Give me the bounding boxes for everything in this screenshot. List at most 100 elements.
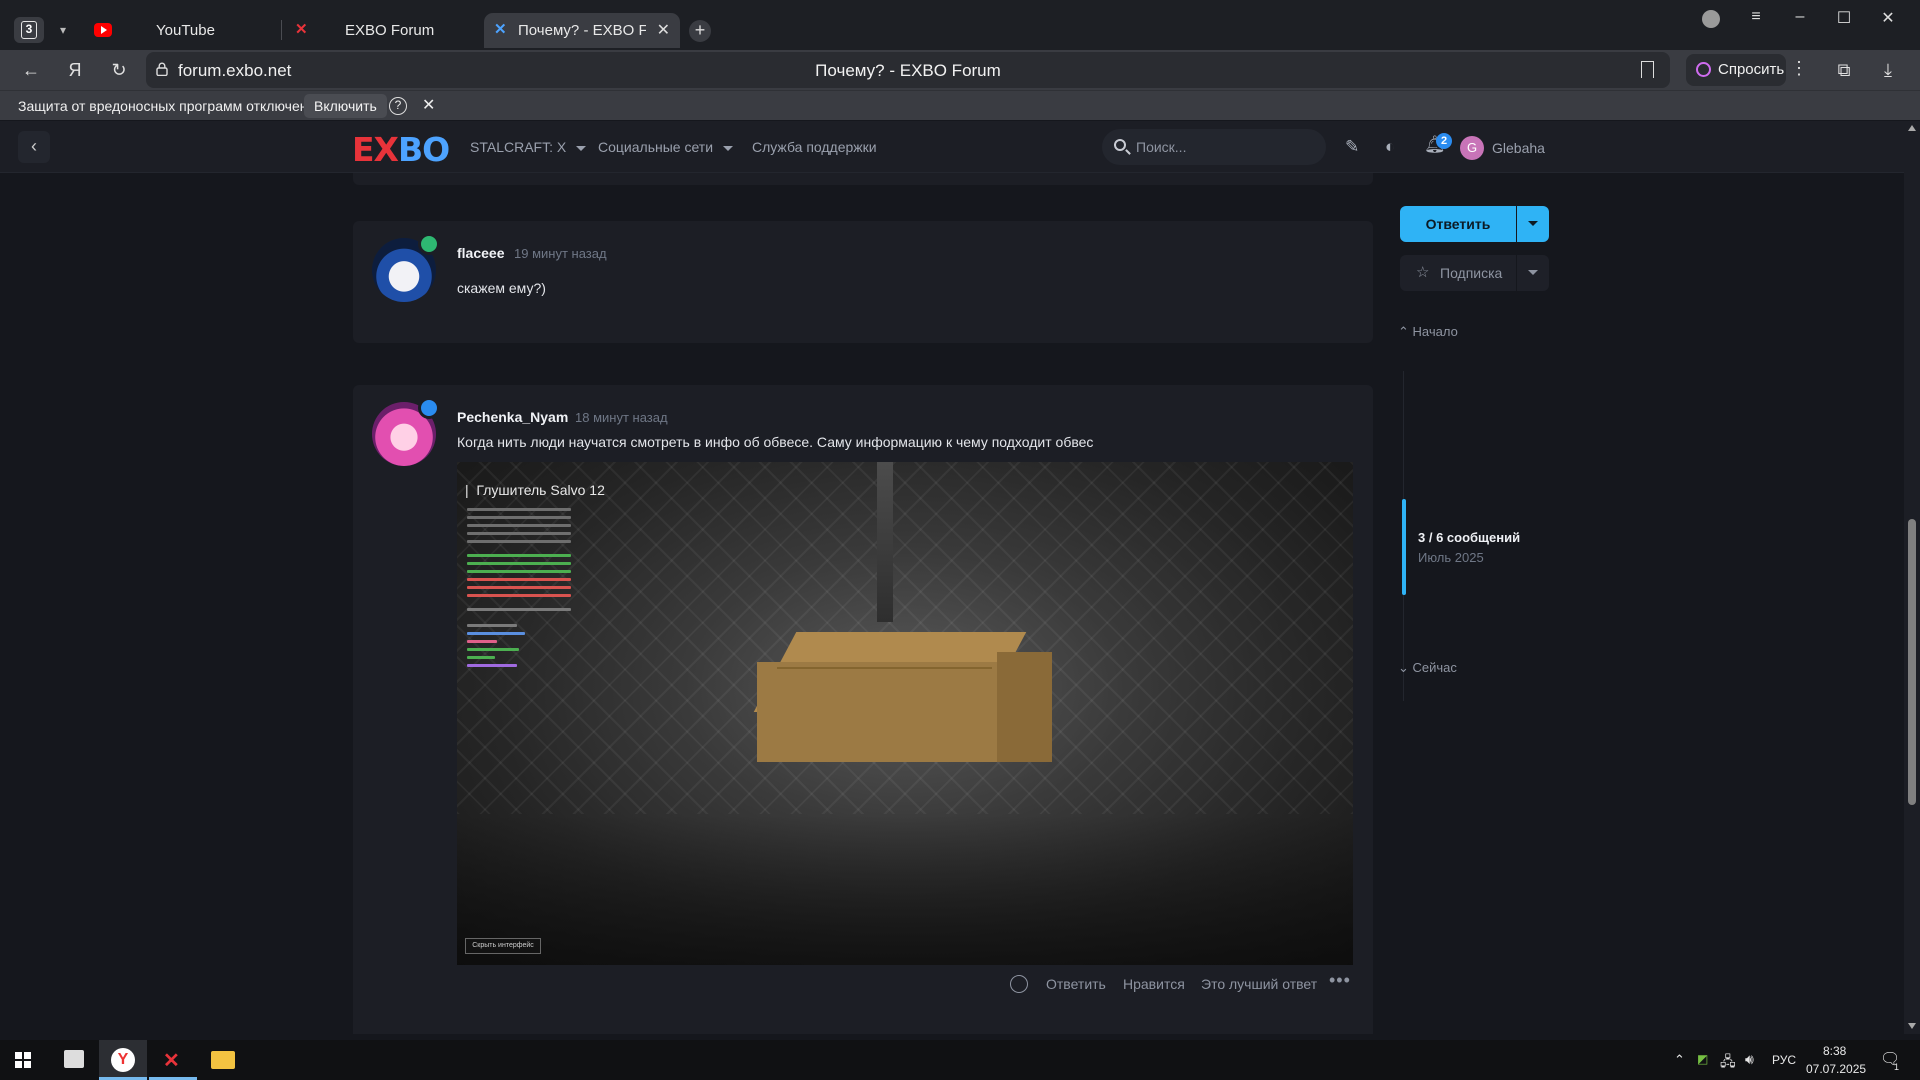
yandex-browser-taskbar-icon[interactable]: Y [99,1040,147,1080]
scrubber-now-label: Сейчас [1412,660,1457,675]
start-button[interactable] [0,1040,48,1080]
back-icon[interactable]: ← [16,56,46,84]
notification-badge: 2 [1436,133,1452,149]
exbo-taskbar-icon[interactable]: ✕ [149,1040,197,1080]
volume-icon[interactable]: 🔊︎ [1745,1051,1754,1068]
windows-icon [15,1052,31,1068]
scrubber-start[interactable]: ⌃ Начало [1398,324,1458,340]
tab-exbo-forum[interactable]: ✕ EXBO Forum [295,13,475,48]
page-title: Почему? - EXBO Forum [815,61,1001,80]
back-chevron-icon[interactable]: ‹ [18,131,50,163]
windows-taskbar: Y ✕ ⌃ ◩ 🖧︎ 🔊︎ РУС 8:38 07.07.2025 🗨︎ 1 [0,1040,1920,1080]
youtube-icon [94,23,112,37]
search-input[interactable] [1136,129,1316,165]
hud-row [467,578,571,581]
tab-counter-button[interactable]: 3 [14,17,44,43]
explorer-taskbar-icon[interactable] [199,1040,247,1080]
tab-label: EXBO Forum [345,22,435,39]
reload-icon[interactable]: ↻ [104,56,134,84]
menu-icon[interactable]: ≡ [1741,8,1771,26]
address-bar[interactable]: forum.exbo.net Почему? - EXBO Forum [146,52,1670,88]
network-icon[interactable]: 🖧︎ [1720,1051,1736,1075]
yandex-icon[interactable]: Я [60,56,90,84]
username[interactable]: Glebaha [1492,140,1545,156]
bookmark-icon[interactable] [1641,61,1654,78]
tray-chevron-icon[interactable]: ⌃ [1674,1052,1685,1068]
avatar[interactable]: G [1460,136,1484,160]
tabs-dropdown-icon[interactable]: ▾ [50,17,76,43]
language-indicator[interactable]: РУС [1772,1053,1796,1067]
like-action[interactable]: Нравится [1123,976,1185,992]
post-author[interactable]: Pechenka_Nyam [457,409,568,425]
post-pechenka: Pechenka_Nyam 18 минут назад Когда нить … [353,385,1373,1034]
theme-toggle-icon[interactable]: ◐ [1385,137,1395,157]
close-tab-icon[interactable]: ✕ [657,13,670,48]
download-icon[interactable]: ⤓ [1873,56,1903,84]
subscribe-button[interactable]: ☆ Подписка [1400,255,1516,291]
tab-youtube[interactable]: YouTube [94,13,274,48]
best-answer-action[interactable]: Это лучший ответ [1201,976,1317,992]
nav-support[interactable]: Служба поддержки [752,139,877,155]
enable-protection-button[interactable]: Включить [304,94,387,118]
forum-search[interactable] [1102,129,1326,165]
hud-row [467,594,571,597]
clock-date[interactable]: 07.07.2025 [1806,1062,1866,1076]
close-window-icon[interactable]: ✕ [1873,8,1903,28]
scrollbar-thumb[interactable] [1908,519,1916,805]
hud-row [467,570,571,573]
warning-bar: Защита от вредоносных программ отключена… [0,90,1920,120]
store-taskbar-icon[interactable] [50,1040,98,1080]
more-options-icon[interactable]: ⋮ [1790,58,1808,79]
close-warning-icon[interactable]: ✕ [422,95,435,115]
nav-social[interactable]: Социальные сети [598,139,734,155]
nvidia-icon[interactable]: ◩ [1697,1052,1708,1066]
hud-title: | Глушитель Salvo 12 [465,482,605,498]
ask-ai-label: Спросить [1718,61,1785,78]
post-time[interactable]: 19 минут назад [514,246,607,261]
compose-icon[interactable]: ✎ [1345,137,1359,157]
reply-button[interactable]: Ответить [1400,206,1516,242]
reply-dropdown-icon[interactable] [1517,206,1549,242]
add-reaction-icon[interactable] [1010,975,1028,993]
nav-stalcraft[interactable]: STALCRAFT: X [470,139,587,155]
help-icon[interactable]: ? [389,97,407,115]
scroll-down-icon[interactable] [1908,1023,1916,1029]
tab-counter-value: 3 [21,21,37,39]
hud-row [467,608,571,611]
caret-down-icon [723,145,734,151]
subscribe-dropdown-icon[interactable] [1517,255,1549,291]
tab-separator [281,20,282,40]
new-tab-button[interactable]: + [689,20,711,42]
hud-row [467,656,495,659]
scrubber-now[interactable]: ⌄ Сейчас [1398,660,1457,676]
ask-ai-button[interactable]: Спросить [1686,54,1786,86]
minimize-icon[interactable]: – [1785,8,1815,26]
scrubber-handle[interactable] [1402,499,1406,595]
page-scrollbar[interactable] [1904,121,1920,1034]
hud-row [467,624,517,627]
post-time[interactable]: 18 минут назад [575,410,668,425]
reply-action[interactable]: Ответить [1046,976,1106,992]
post-image[interactable]: | Глушитель Salvo 12 Скрыть интерфейс [457,462,1353,965]
tab-pochemu-active[interactable]: ✕ Почему? - EXBO Forum ✕ [484,13,680,48]
hud-row [467,524,571,527]
hud-row [467,648,519,651]
nav-label: Социальные сети [598,139,714,155]
post-author[interactable]: flaceee [457,245,504,261]
star-icon: ☆ [1416,264,1430,281]
ai-icon [1696,62,1711,77]
maximize-icon[interactable]: ☐ [1829,8,1859,28]
hud-row [467,516,571,519]
scroll-up-icon[interactable] [1908,125,1916,131]
warning-text: Защита от вредоносных программ отключена [18,98,316,114]
nav-label: STALCRAFT: X [470,139,567,155]
clock-time[interactable]: 8:38 [1823,1044,1846,1058]
profile-icon[interactable] [1702,10,1720,28]
collections-icon[interactable]: ⧉ [1829,56,1859,84]
forum-content: flaceee 19 минут назад скажем ему?) Pech… [0,173,1904,1034]
exbo-logo[interactable]: EXBO [352,130,450,169]
hud-row [467,508,571,511]
more-actions-icon[interactable]: ••• [1329,970,1351,991]
caret-down-icon [576,145,587,151]
address-bar-row: ← Я ↻ forum.exbo.net Почему? - EXBO Foru… [0,50,1920,90]
